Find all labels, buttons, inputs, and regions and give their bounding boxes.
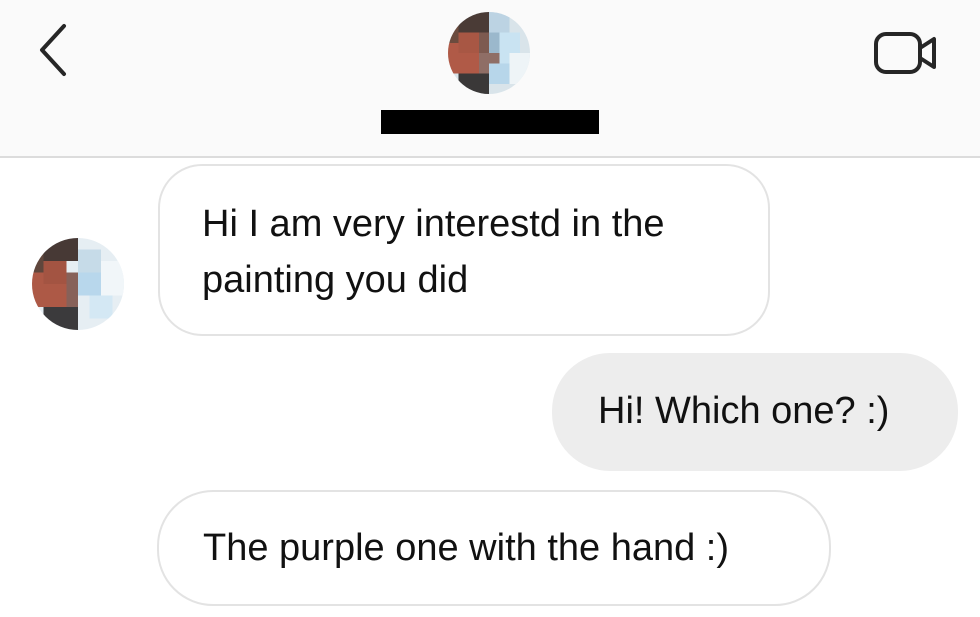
message-bubble-outgoing[interactable]: Hi! Which one? :) xyxy=(552,353,958,471)
message-text: Hi! Which one? :) xyxy=(598,390,890,432)
message-bubble-incoming[interactable]: The purple one with the hand :) xyxy=(157,490,831,606)
chevron-left-icon xyxy=(40,24,66,76)
pixelated-avatar-image xyxy=(32,238,124,330)
message-bubble-incoming[interactable]: Hi I am very interestd in the painting y… xyxy=(158,164,770,336)
back-button[interactable] xyxy=(28,22,78,78)
message-text: Hi I am very interestd in the painting y… xyxy=(202,203,665,301)
pixelated-avatar-image xyxy=(448,12,530,94)
video-call-button[interactable] xyxy=(872,26,942,80)
sender-avatar[interactable] xyxy=(32,238,124,330)
chat-header xyxy=(0,0,980,158)
video-camera-icon xyxy=(874,32,936,74)
username-redaction xyxy=(381,110,599,134)
message-text: The purple one with the hand :) xyxy=(203,527,730,569)
contact-avatar[interactable] xyxy=(448,12,530,94)
